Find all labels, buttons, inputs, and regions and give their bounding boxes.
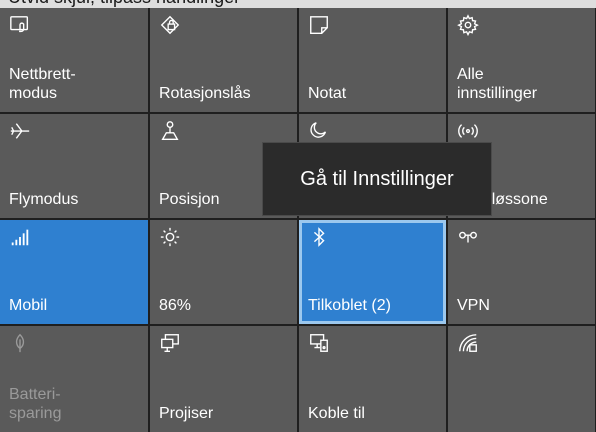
tile-label: Rotasjonslås	[159, 85, 251, 102]
tooltip-text: Gå til Innstillinger	[300, 167, 454, 190]
tile-label: Tilkoblet (2)	[308, 297, 391, 314]
night-light-icon	[308, 120, 332, 144]
battery-saver-tile[interactable]: Batteri- sparing	[0, 326, 148, 432]
airplane-mode-tile[interactable]: Flymodus	[0, 114, 148, 218]
hotspot-icon	[457, 120, 481, 144]
connect-icon	[308, 332, 332, 356]
action-center-header: Utvid skjul, tilpass handlinger	[0, 0, 596, 8]
cellular-tile[interactable]: Mobil	[0, 220, 148, 324]
tile-label: Alle innstillinger	[457, 66, 538, 102]
vpn-tile[interactable]: VPN	[448, 220, 595, 324]
battery-saver-icon	[9, 332, 33, 356]
brightness-tile[interactable]: 86%	[150, 220, 297, 324]
project-icon	[159, 332, 183, 356]
tile-label: Notat	[308, 85, 347, 102]
tile-label: Flymodus	[9, 191, 79, 208]
all-settings-tile[interactable]: Alle innstillinger	[448, 8, 595, 112]
note-icon	[308, 14, 332, 38]
tile-label: Nettbrett- modus	[9, 66, 76, 102]
bluetooth-icon	[308, 226, 332, 250]
quick-actions-grid: Nettbrett- modus Rotasjonslås Notat Alle…	[0, 8, 595, 432]
brightness-icon	[159, 226, 183, 250]
tile-label: VPN	[457, 297, 490, 314]
note-tile[interactable]: Notat	[299, 8, 446, 112]
project-tile[interactable]: Projiser	[150, 326, 297, 432]
tablet-mode-tile[interactable]: Nettbrett- modus	[0, 8, 148, 112]
tile-label: 86%	[159, 297, 192, 314]
settings-tooltip: Gå til Innstillinger	[262, 142, 492, 216]
tile-label: Batteri- sparing	[9, 386, 62, 422]
network-icon	[457, 332, 481, 356]
tile-label: Koble til	[308, 405, 365, 422]
airplane-icon	[9, 120, 33, 144]
vpn-icon	[457, 226, 481, 250]
tile-label: Mobil	[9, 297, 48, 314]
connect-tile[interactable]: Koble til	[299, 326, 446, 432]
location-icon	[159, 120, 183, 144]
network-tile[interactable]	[448, 326, 595, 432]
bluetooth-tile[interactable]: Tilkoblet (2)	[299, 220, 446, 324]
rotation-lock-tile[interactable]: Rotasjonslås	[150, 8, 297, 112]
cellular-icon	[9, 226, 33, 250]
tile-label: Projiser	[159, 405, 214, 422]
gear-icon	[457, 14, 481, 38]
header-text: Utvid skjul, tilpass handlinger	[8, 0, 240, 8]
rotation-lock-icon	[159, 14, 183, 38]
tablet-mode-icon	[9, 14, 33, 38]
